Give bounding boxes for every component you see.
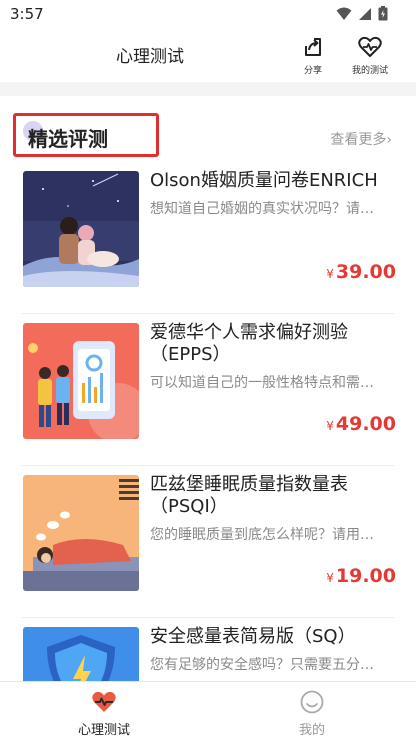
section-title: 精选评测 (28, 127, 108, 151)
couple-night-illustration (23, 171, 139, 287)
test-title: Olson婚姻质量问卷ENRICH (150, 170, 378, 191)
section-header: 精选评测 查看更多› (0, 96, 416, 162)
tab-label: 我的 (298, 723, 325, 738)
price-value: 19.00 (335, 565, 396, 587)
test-description: 想知道自己婚姻的真实状况吗？请… (150, 201, 374, 217)
signal-icon (359, 7, 371, 20)
section-divider (0, 82, 416, 96)
heart-pulse-icon (358, 36, 382, 57)
battery-icon (378, 6, 388, 21)
page-title: 心理测试 (116, 47, 184, 67)
test-description: 您的睡眠质量到底怎么样呢？请用… (150, 527, 374, 543)
test-title: 安全感量表简易版（SQ） (150, 626, 356, 647)
status-icons (336, 6, 388, 21)
tab-mine[interactable]: 我的 (252, 690, 372, 738)
test-price: ¥49.00 (326, 413, 396, 435)
sleeping-person-illustration (23, 475, 139, 591)
section-title-highlight: 精选评测 (13, 113, 159, 157)
test-description: 您有足够的安全感吗？只需要五分… (150, 657, 374, 673)
smiley-icon (300, 690, 324, 714)
wifi-icon (336, 7, 352, 20)
currency-symbol: ¥ (326, 419, 334, 433)
test-title: 爱德华个人需求偏好测验（EPPS） (150, 322, 348, 365)
share-label: 分享 (303, 66, 322, 76)
currency-symbol: ¥ (326, 571, 334, 585)
my-tests-button[interactable]: 我的测试 (342, 36, 398, 76)
test-description: 可以知道自己的一般性格特点和需… (150, 375, 374, 391)
status-time: 3:57 (10, 5, 44, 23)
test-title: 匹兹堡睡眠质量指数量表（PSQI） (150, 474, 348, 517)
bottom-tab-bar: 心理测试 我的 (0, 681, 416, 740)
share-button[interactable]: 分享 (285, 36, 341, 76)
heart-pulse-icon (92, 691, 116, 712)
price-value: 39.00 (335, 261, 396, 283)
view-more-link[interactable]: 查看更多› (330, 129, 392, 149)
people-with-phone-illustration (23, 323, 139, 439)
test-card[interactable]: 匹兹堡睡眠质量指数量表（PSQI） 您的睡眠质量到底怎么样呢？请用… ¥19.0… (22, 466, 396, 618)
tab-psych-test[interactable]: 心理测试 (44, 690, 164, 738)
test-price: ¥19.00 (326, 565, 396, 587)
test-card[interactable]: 爱德华个人需求偏好测验（EPPS） 可以知道自己的一般性格特点和需… ¥49.0… (22, 314, 396, 466)
test-card[interactable]: Olson婚姻质量问卷ENRICH 想知道自己婚姻的真实状况吗？请… ¥39.0… (22, 162, 396, 314)
app-header: 心理测试 分享 我的测试 (0, 30, 416, 82)
test-price: ¥39.00 (326, 261, 396, 283)
tab-label: 心理测试 (77, 723, 130, 738)
share-icon (305, 38, 321, 56)
my-tests-label: 我的测试 (351, 66, 388, 76)
view-more-label: 查看更多 (330, 132, 387, 148)
currency-symbol: ¥ (326, 267, 334, 281)
chevron-right-icon: › (386, 132, 392, 148)
status-bar: 3:57 (0, 0, 416, 30)
price-value: 49.00 (335, 413, 396, 435)
